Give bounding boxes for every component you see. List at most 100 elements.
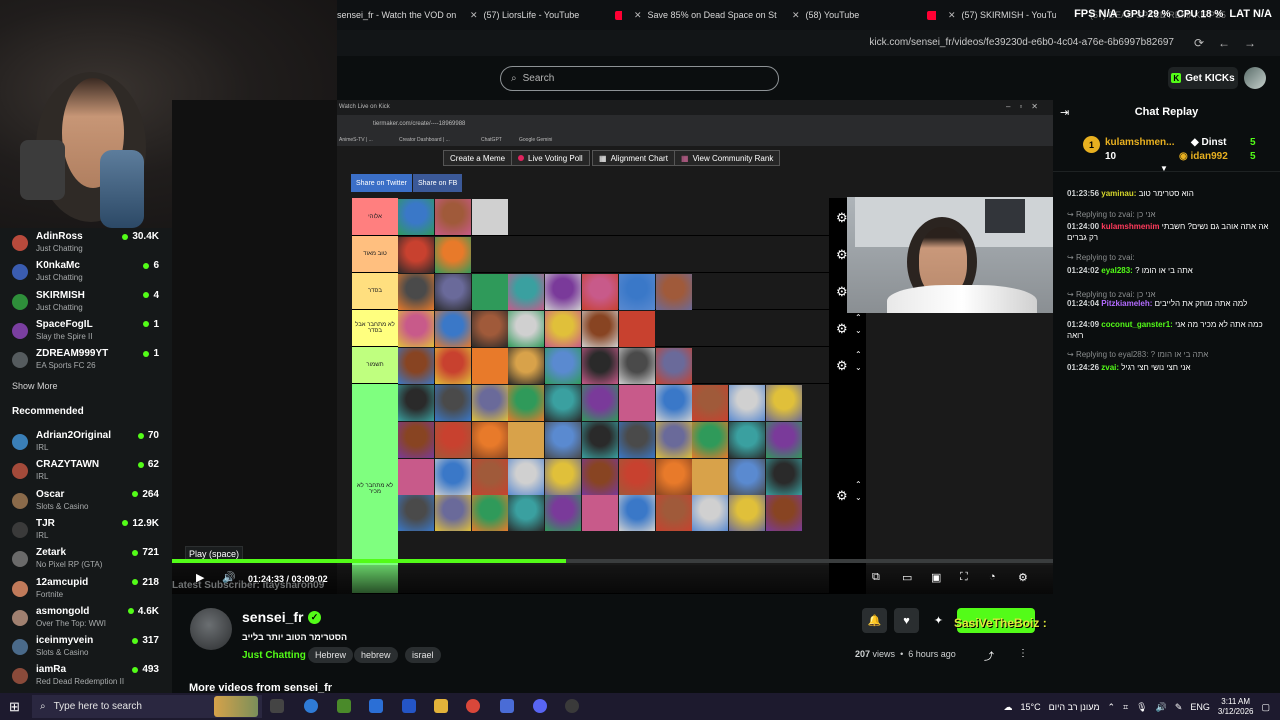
user-avatar[interactable]: [1244, 67, 1266, 89]
task-view-icon[interactable]: [270, 699, 284, 713]
windows-start-icon[interactable]: ⊞: [9, 699, 20, 715]
close-icon[interactable]: ✕: [948, 10, 956, 21]
sidebar: AdinRoss Just Chatting 30.4K K0nkaMc Just Ch…: [0, 228, 172, 693]
clock[interactable]: 3:11 AM 3/12/2026: [1218, 697, 1254, 717]
sidebar-channel-item[interactable]: Adrian2Original IRL 70: [0, 427, 172, 456]
search-input[interactable]: ⌕ Search: [500, 66, 779, 91]
url-text[interactable]: kick.com/sensei_fr/videos/fe39230d-e6b0-…: [869, 37, 1174, 48]
tab-youtube[interactable]: ✕ (58) YouTube: [788, 6, 936, 24]
clip-icon[interactable]: ▣: [931, 571, 941, 584]
progress-bar[interactable]: [172, 559, 1053, 563]
message-username[interactable]: zvai:: [1101, 363, 1119, 372]
chrome-icon[interactable]: [466, 699, 480, 713]
address-bar[interactable]: kick.com/sensei_fr/videos/fe39230d-e6b0-…: [337, 30, 1280, 56]
perf-overlay: FPS N/A GPU 29 % CPU 18 % LAT N/A: [1074, 8, 1272, 20]
tag-pill[interactable]: israel: [405, 647, 441, 663]
chevron-up-icon[interactable]: ⌃: [1108, 702, 1116, 713]
sidebar-channel-item[interactable]: AdinRoss Just Chatting 30.4K: [0, 228, 172, 257]
category-link[interactable]: Just Chatting: [242, 650, 306, 661]
sidebar-channel-item[interactable]: Oscar Slots & Casino 264: [0, 486, 172, 515]
bell-icon[interactable]: 🔔: [862, 608, 887, 633]
miniplayer-icon[interactable]: ⧉: [872, 571, 880, 584]
message-username[interactable]: yaminau:: [1101, 189, 1136, 198]
tag-pill[interactable]: hebrew: [354, 647, 398, 663]
mic-icon[interactable]: 🎙: [1136, 702, 1147, 713]
tier-tile-image: [655, 421, 692, 458]
chat-title: Chat Replay: [1134, 106, 1199, 118]
tier-tile-image: [398, 274, 434, 310]
channel-name[interactable]: sensei_fr: [242, 609, 303, 625]
sidebar-channel-item[interactable]: K0nkaMc Just Chatting 6: [0, 257, 172, 286]
sidebar-channel-item[interactable]: CRAZYTAWN IRL 62: [0, 456, 172, 485]
tab-steam[interactable]: ✕ Save 85% on Dead Space on St: [630, 6, 778, 24]
message-username[interactable]: Pitzkiameleh:: [1101, 299, 1152, 308]
sidebar-channel-item[interactable]: Zetark No Pixel RP (GTA) 721: [0, 544, 172, 573]
inner-address-bar: tiermaker.com/create/----18969988: [337, 115, 1053, 134]
leader-name[interactable]: kulamshmen...: [1105, 137, 1174, 148]
back-icon[interactable]: ←: [1218, 36, 1244, 50]
tab-label: Save 85% on Dead Space on St: [647, 10, 777, 20]
store-icon[interactable]: [337, 699, 351, 713]
share-icon[interactable]: ⤴: [984, 648, 994, 663]
leader-name[interactable]: ◆ Dinst: [1191, 137, 1226, 148]
more-options-icon[interactable]: ⋮: [1018, 648, 1028, 659]
forward-icon[interactable]: →: [1244, 36, 1270, 50]
app-icon[interactable]: [402, 699, 416, 713]
reload-icon[interactable]: ⟳: [1194, 36, 1218, 50]
theater-icon[interactable]: ▭: [902, 571, 912, 584]
tier-tile-image: [545, 311, 582, 347]
speed-icon[interactable]: ◔: [989, 571, 996, 583]
sidebar-channel-item[interactable]: TJR IRL 12.9K: [0, 515, 172, 544]
sparkle-icon[interactable]: ✦: [926, 608, 951, 633]
widget-icon[interactable]: [214, 696, 258, 717]
tier-tile-image: [471, 199, 508, 235]
volume-icon[interactable]: 🔊: [1156, 702, 1167, 713]
edge-icon[interactable]: [304, 699, 318, 713]
sidebar-channel-item[interactable]: 12amcupid Fortnite 218: [0, 574, 172, 603]
pen-icon[interactable]: ✎: [1175, 702, 1183, 713]
language-indicator[interactable]: ENG: [1190, 702, 1210, 712]
sidebar-channel-item[interactable]: ZDREAM999YT EA Sports FC 26 1: [0, 345, 172, 374]
heart-icon[interactable]: ♥: [894, 608, 919, 633]
tab-skirmish[interactable]: ✕ (57) SKIRMISH - YouTube: [944, 6, 1056, 24]
tab-kick[interactable]: sensei_fr - Watch the VOD on K: [337, 6, 459, 24]
message-username[interactable]: coconut_ganster1:: [1101, 320, 1173, 329]
tab-label: (57) SKIRMISH - YouTube: [961, 10, 1056, 20]
sidebar-channel-item[interactable]: iceinmyvein Slots & Casino 317: [0, 632, 172, 661]
channel-avatar[interactable]: [190, 608, 232, 650]
sidebar-channel-item[interactable]: SpaceFogIL Slay the Spire II 1: [0, 316, 172, 345]
discord-icon[interactable]: [533, 699, 547, 713]
app-icon[interactable]: [500, 699, 514, 713]
fullscreen-icon[interactable]: ⛶: [960, 571, 968, 584]
kicks-icon: K: [1171, 73, 1182, 83]
sidebar-channel-item[interactable]: iamRa Red Dead Redemption II 493: [0, 661, 172, 690]
tier-label: תשמור: [352, 347, 398, 383]
close-icon[interactable]: ✕: [634, 10, 642, 21]
chevron-down-icon[interactable]: ▼: [1160, 164, 1168, 173]
tier-settings-gear-icon: ⚙: [836, 210, 848, 225]
show-more-button[interactable]: Show More: [12, 381, 58, 391]
share-fb-button: Share on FB: [413, 174, 463, 192]
tier-row: תשמור: [352, 347, 829, 384]
leader-name[interactable]: ◉ idan992: [1179, 151, 1228, 162]
get-kicks-button[interactable]: K Get KICKs: [1168, 67, 1238, 89]
message-username[interactable]: kulamshmenim: [1101, 222, 1159, 231]
github-icon[interactable]: [565, 699, 579, 713]
network-icon[interactable]: ⌗: [1123, 702, 1128, 713]
message-username[interactable]: eyal283:: [1101, 266, 1133, 275]
app-icon[interactable]: [369, 699, 383, 713]
tag-pill[interactable]: Hebrew: [308, 647, 354, 663]
sidebar-channel-item[interactable]: SKIRMISH Just Chatting 4: [0, 287, 172, 316]
video-player[interactable]: Watch Live on Kick –▫✕ tiermaker.com/cre…: [172, 100, 1053, 594]
nav-buttons: ⟳←→: [1194, 36, 1270, 50]
search-icon: ⌕: [40, 701, 46, 712]
settings-gear-icon[interactable]: ⚙: [1018, 571, 1028, 584]
sidebar-channel-item[interactable]: asmongold Over The Top: WWI 4.6K: [0, 603, 172, 632]
file-explorer-icon[interactable]: [434, 699, 448, 713]
tab-lirslife[interactable]: ✕ (57) LiorsLife - YouTube: [466, 6, 622, 24]
tier-row: בסדר: [352, 273, 829, 310]
notifications-icon[interactable]: ▢: [1261, 702, 1270, 713]
close-icon[interactable]: ✕: [792, 10, 800, 21]
message-text: למה אתה מוחק את הלייבים: [1154, 299, 1248, 308]
close-icon[interactable]: ✕: [470, 10, 478, 21]
